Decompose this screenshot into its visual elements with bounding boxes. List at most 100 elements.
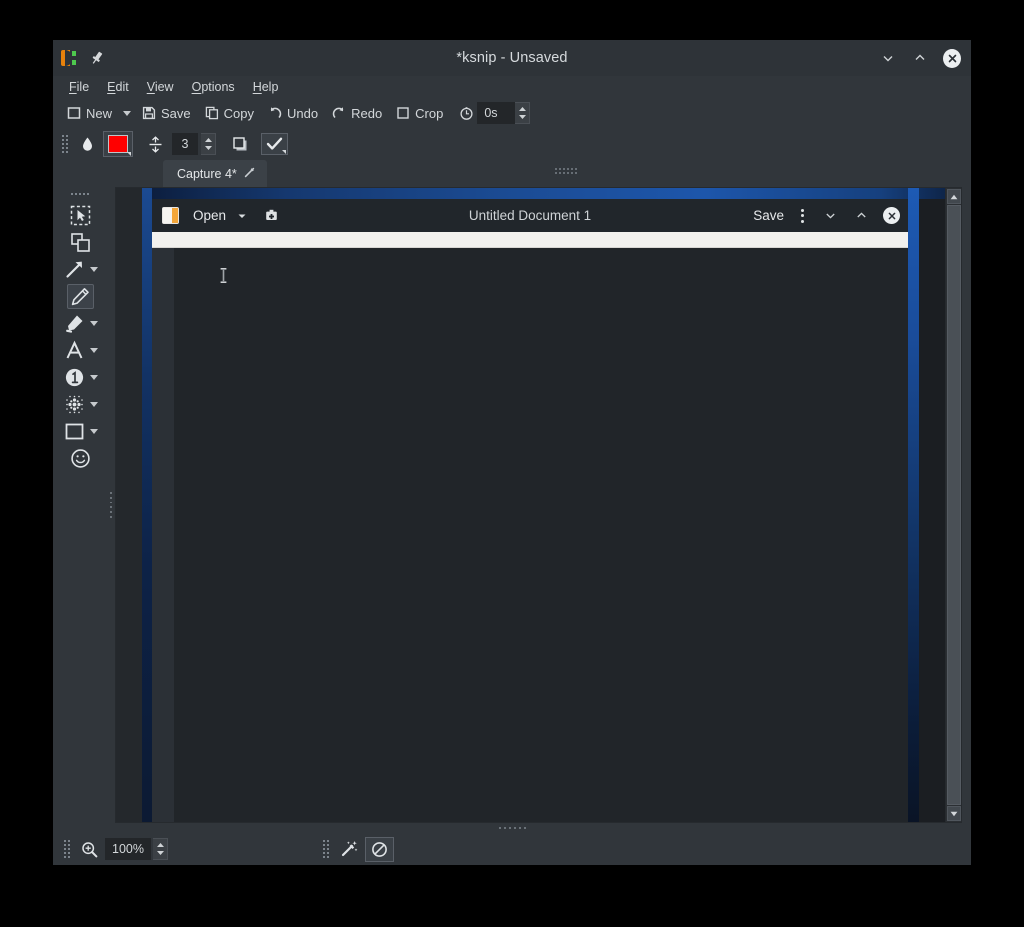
captured-maximize-icon[interactable] [852,207,870,225]
sticker-tool[interactable] [67,446,94,471]
scroll-down-arrow-icon[interactable] [946,806,961,821]
maximize-icon[interactable] [911,49,929,67]
number-one-circle-icon [65,368,83,387]
menu-view[interactable]: View [140,78,181,96]
palette-splitter[interactable] [107,187,115,823]
toolbar-drag-handle[interactable] [61,134,68,154]
statusbar-tools-drag-handle[interactable] [322,839,329,859]
tool-row-number [53,364,107,391]
captured-text-editor-window: Open Untitled Document 1 Save [152,199,908,822]
blur-dots-icon [65,395,83,414]
crop-button-label: Crop [415,105,444,121]
tab-label: Capture 4* [177,166,237,181]
number-tool-dropdown-arrow-icon[interactable] [89,375,100,380]
color-dropdown-arrow-icon[interactable] [127,152,131,156]
captured-save-button[interactable]: Save [753,208,784,223]
menu-edit[interactable]: Edit [100,78,136,96]
arrow-tool[interactable] [61,257,88,282]
canvas-vertical-scrollbar[interactable] [945,188,961,822]
pen-tool[interactable] [66,284,94,309]
arrow-tool-dropdown-arrow-icon[interactable] [89,267,100,272]
save-button[interactable]: Save [136,103,197,124]
fill-droplet-icon[interactable] [75,133,100,156]
tool-palette-drag-handle[interactable] [68,191,92,197]
new-document-icon[interactable] [264,208,279,223]
magnifier-zoom-icon[interactable] [76,838,103,861]
menu-help[interactable]: Help [246,78,286,96]
captured-close-icon[interactable] [883,207,900,224]
minimize-icon[interactable] [879,49,897,67]
menu-options[interactable]: Options [185,78,242,96]
menu-help-mnemonic: H [252,80,262,94]
close-tab-icon[interactable] [244,167,255,181]
new-capture-icon [67,106,81,120]
color-picker-button[interactable] [103,131,133,157]
delay-value[interactable]: 0s [477,102,516,124]
line-width-icon[interactable] [142,133,169,156]
zoom-level-value[interactable]: 100% [105,838,151,860]
marker-tool[interactable] [61,311,88,336]
window-controls [879,48,963,68]
marker-tool-dropdown-arrow-icon[interactable] [89,321,100,326]
editor-body: Open Untitled Document 1 Save [53,187,971,823]
redo-button[interactable]: Redo [326,103,388,124]
captured-minimize-icon[interactable] [821,207,839,225]
confirm-button[interactable] [261,133,288,155]
confirm-dropdown-arrow-icon[interactable] [282,150,286,154]
copy-button-label: Copy [223,105,255,121]
select-tool[interactable] [67,203,94,228]
blur-tool-dropdown-arrow-icon[interactable] [89,402,100,407]
scrollbar-track[interactable] [946,205,961,805]
screen: *ksnip - Unsaved File Edit View Options … [0,0,1024,927]
line-width-stepper[interactable] [201,133,216,155]
kebab-menu-icon[interactable] [797,206,808,226]
drop-shadow-icon[interactable] [227,133,254,156]
canvas-viewport[interactable]: Open Untitled Document 1 Save [115,187,962,823]
main-toolbar: New Save Copy Undo Redo Crop 0s [53,98,971,128]
rectangle-tool-dropdown-arrow-icon[interactable] [89,429,100,434]
new-dropdown-arrow-icon[interactable] [120,107,134,120]
captured-desktop-left [116,188,144,822]
open-dropdown-arrow-icon[interactable] [236,210,248,222]
rectangle-tool[interactable] [61,419,88,444]
text-tool[interactable] [61,338,88,363]
canvas-bottom-splitter[interactable] [53,823,971,833]
arrow-icon [65,261,82,278]
new-button[interactable]: New [61,103,118,124]
duplicate-tool[interactable] [67,230,94,255]
undo-button[interactable]: Undo [262,103,324,124]
number-tool[interactable] [61,365,88,390]
tabbar-drag-handle[interactable] [555,168,577,174]
open-button[interactable]: Open [193,208,226,223]
captured-editor-controls: Save [753,206,900,226]
pin-icon[interactable] [89,50,105,66]
undo-button-label: Undo [287,105,319,121]
captured-editor-titlebar: Open Untitled Document 1 Save [152,199,908,232]
no-entry-circle-icon[interactable] [365,836,394,862]
copy-pages-icon [205,106,219,120]
delay-stepper[interactable] [515,102,531,124]
line-width-value[interactable]: 3 [172,133,198,155]
scroll-up-arrow-icon[interactable] [946,189,961,204]
scrollbar-thumb[interactable] [946,205,961,805]
zoom-stepper[interactable] [153,838,168,860]
canvas-scroll-area[interactable]: Open Untitled Document 1 Save [116,188,945,822]
window-title: *ksnip - Unsaved [456,50,568,66]
captured-editor-text-area[interactable] [174,248,908,822]
magic-wand-icon[interactable] [335,837,363,861]
menu-help-rest: elp [261,80,279,94]
copy-button[interactable]: Copy [199,103,260,124]
menu-file[interactable]: File [62,78,96,96]
statusbar-drag-handle[interactable] [63,839,70,859]
crop-button[interactable]: Crop [390,103,449,124]
menu-view-mnemonic: V [146,80,155,94]
captured-image[interactable]: Open Untitled Document 1 Save [116,188,945,822]
marker-highlighter-icon [65,315,82,333]
text-tool-dropdown-arrow-icon[interactable] [89,348,100,353]
captured-wallpaper-right [908,188,919,822]
blur-tool[interactable] [61,392,88,417]
close-icon[interactable] [943,48,961,68]
menu-file-mnemonic: F [69,80,77,94]
capture-delay-control: 0s [453,102,531,124]
tab-capture-4[interactable]: Capture 4* [163,160,267,187]
